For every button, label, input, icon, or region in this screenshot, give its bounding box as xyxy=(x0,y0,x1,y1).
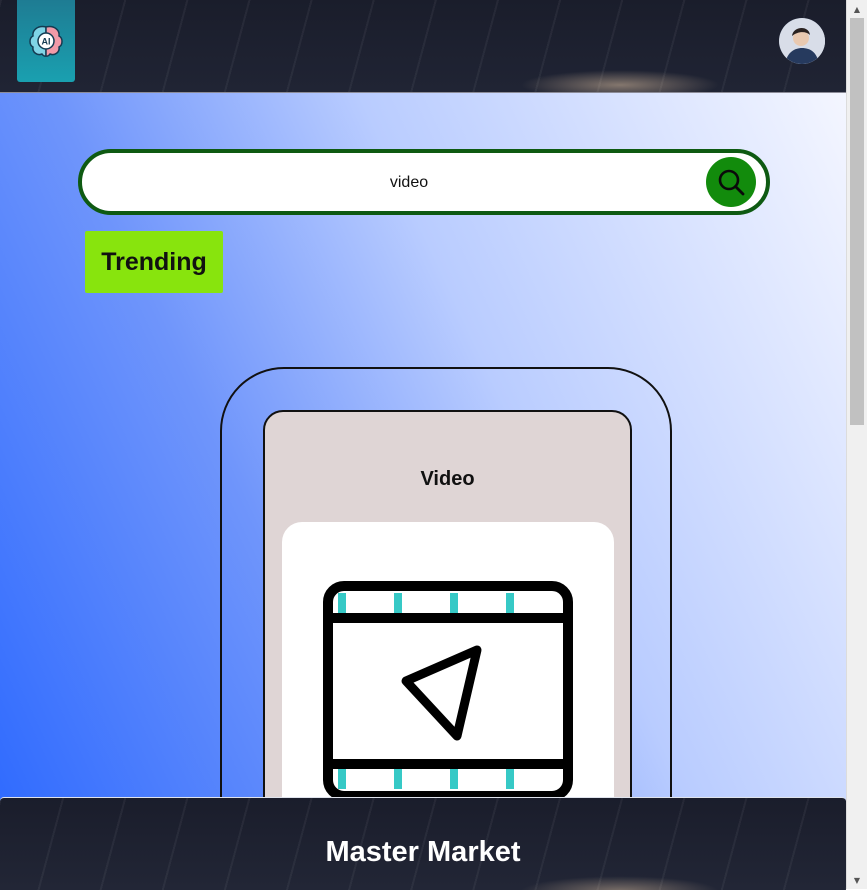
footer-title: Master Market xyxy=(325,836,521,868)
search-input[interactable] xyxy=(102,153,716,213)
navbar-background-glow xyxy=(520,70,720,92)
card-title: Video xyxy=(420,468,475,490)
scrollbar-thumb[interactable] xyxy=(850,18,864,425)
scroll-up-arrow-icon[interactable]: ▲ xyxy=(847,1,867,17)
app-logo[interactable]: AI xyxy=(17,0,75,82)
vertical-scrollbar[interactable]: ▲ ▼ xyxy=(846,0,867,889)
search-button[interactable] xyxy=(706,157,756,207)
scroll-down-arrow-icon[interactable]: ▼ xyxy=(847,872,867,888)
user-avatar[interactable] xyxy=(779,18,825,64)
trending-button[interactable]: Trending xyxy=(85,231,223,293)
logo-text: AI xyxy=(42,37,51,47)
ai-brain-icon: AI xyxy=(29,25,63,57)
video-film-icon xyxy=(323,581,573,801)
top-navbar: AI xyxy=(0,0,846,93)
avatar-image xyxy=(779,18,825,64)
footer-background-glow xyxy=(520,876,720,890)
main-content: Trending Video xyxy=(0,93,846,889)
search-bar xyxy=(78,149,770,215)
search-icon xyxy=(718,169,745,196)
footer-bar: Master Market xyxy=(0,797,846,890)
